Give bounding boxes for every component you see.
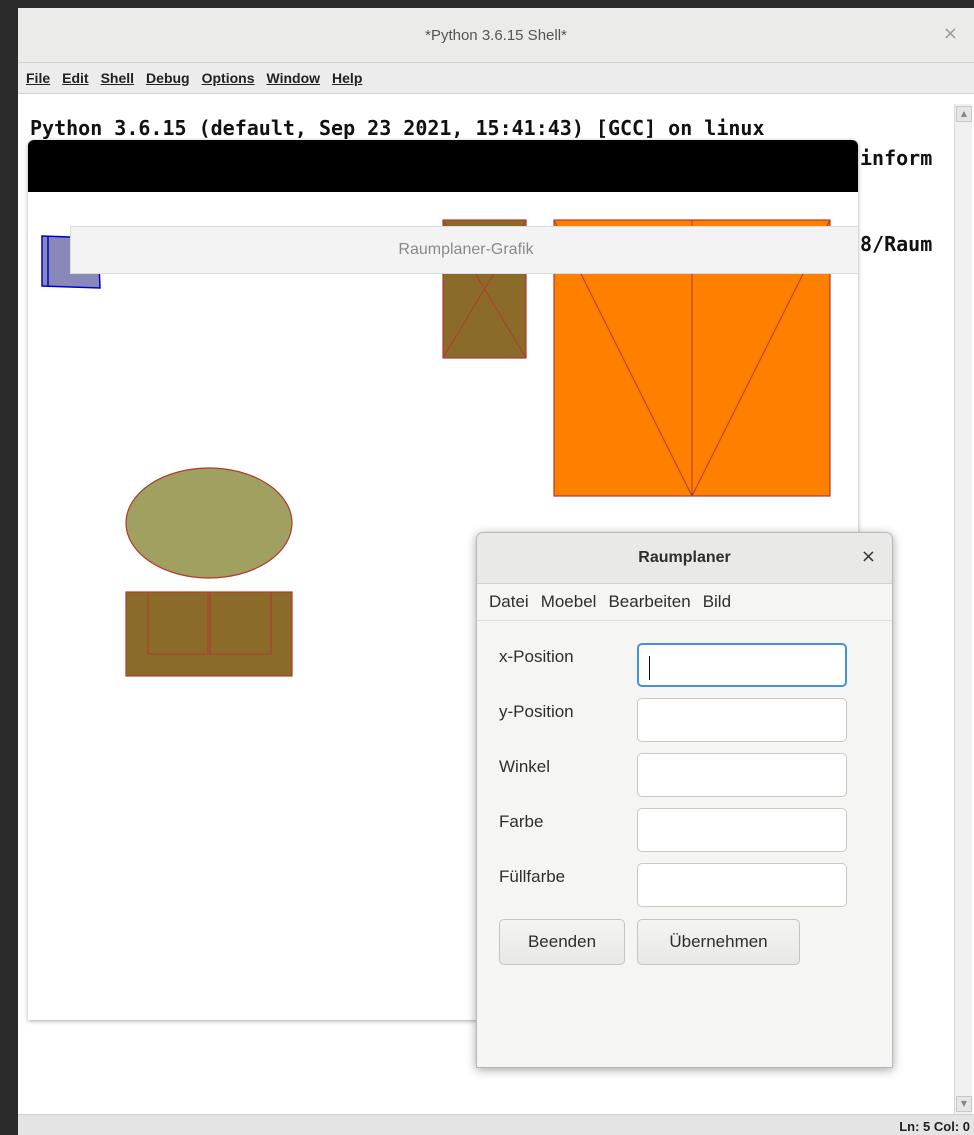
close-icon[interactable]: × (943, 23, 958, 45)
cursor-position: Ln: 5 Col: 0 (899, 1119, 970, 1134)
menu-bearbeiten[interactable]: Bearbeiten (608, 592, 690, 612)
menu-bild[interactable]: Bild (703, 592, 731, 612)
scroll-up-icon[interactable]: ▲ (956, 106, 972, 122)
menu-edit[interactable]: Edit (62, 70, 88, 86)
menu-window[interactable]: Window (267, 70, 321, 86)
winkel-field[interactable] (637, 753, 847, 797)
shell-line-inform: inform (860, 146, 933, 170)
sofa-body (125, 591, 293, 677)
text-caret (649, 656, 650, 680)
sofa-shape[interactable] (125, 591, 293, 677)
raumplaner-dialog: Raumplaner × Datei Moebel Bearbeiten Bil… (476, 532, 893, 1068)
vertical-scrollbar[interactable]: ▲ ▼ (954, 104, 972, 1114)
tooltip-text: Raumplaner-Grafik (398, 241, 534, 258)
y-position-field[interactable] (637, 698, 847, 742)
shell-line-banner: Python 3.6.15 (default, Sep 23 2021, 15:… (30, 116, 765, 140)
winkel-label: Winkel (499, 757, 551, 776)
dialog-titlebar[interactable]: Raumplaner × (477, 533, 892, 584)
menu-debug[interactable]: Debug (146, 70, 190, 86)
shell-title: *Python 3.6.15 Shell* (425, 26, 567, 44)
menu-file[interactable]: File (26, 70, 50, 86)
menu-options[interactable]: Options (202, 70, 255, 86)
menu-datei[interactable]: Datei (489, 592, 529, 612)
fuellfarbe-label: Füllfarbe (499, 867, 566, 886)
menu-moebel[interactable]: Moebel (541, 592, 597, 612)
scroll-down-icon[interactable]: ▼ (956, 1096, 972, 1112)
fuellfarbe-field[interactable] (637, 863, 847, 907)
menu-help[interactable]: Help (332, 70, 362, 86)
table-shape[interactable] (125, 467, 293, 579)
y-position-label: y-Position (499, 702, 574, 721)
shell-titlebar[interactable]: *Python 3.6.15 Shell* × (18, 8, 974, 63)
close-icon[interactable]: × (861, 546, 876, 568)
farbe-label: Farbe (499, 812, 544, 831)
status-bar: Ln: 5 Col: 0 (18, 1114, 974, 1135)
graphic-window-title-tooltip: Raumplaner-Grafik (70, 226, 858, 274)
menu-shell[interactable]: Shell (101, 70, 134, 86)
shell-menubar: File Edit Shell Debug Options Window Hel… (18, 63, 974, 94)
dialog-menubar: Datei Moebel Bearbeiten Bild (477, 584, 892, 621)
farbe-field[interactable] (637, 808, 847, 852)
x-position-label: x-Position (499, 647, 574, 666)
shell-line-path: 8/Raum (860, 232, 933, 256)
uebernehmen-button[interactable]: Übernehmen (637, 919, 800, 965)
beenden-button[interactable]: Beenden (499, 919, 625, 965)
x-position-field[interactable] (637, 643, 847, 687)
dialog-title: Raumplaner (638, 549, 731, 566)
